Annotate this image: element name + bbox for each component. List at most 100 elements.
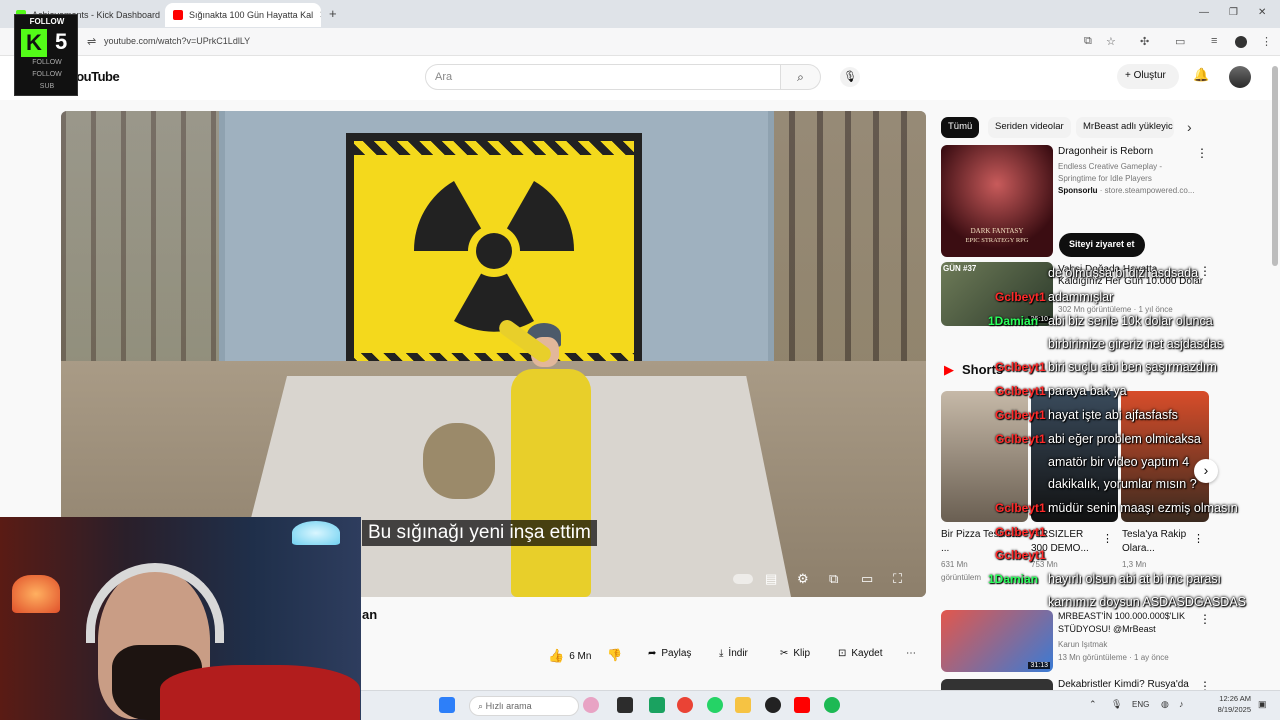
captions-icon[interactable]: ▤ xyxy=(765,571,777,587)
close-tab-icon[interactable]: ✕ xyxy=(313,10,321,21)
tab-label: Sığınakta 100 Gün Hayatta Kal xyxy=(189,10,314,20)
share-icon: ➦ xyxy=(648,648,657,659)
ad-title[interactable]: Dragonheir is Reborn xyxy=(1058,146,1153,157)
sub-label: SUB xyxy=(39,83,55,90)
site-info-icon[interactable]: ⇌ xyxy=(87,35,96,48)
tray-chevron-icon[interactable]: ⌃ xyxy=(1089,699,1097,710)
voice-search-icon[interactable]: 🎙 xyxy=(840,67,860,87)
reading-list-icon[interactable]: ≡ xyxy=(1211,35,1217,47)
chat-message: de olmuşsa bi dizi asdsada xyxy=(1048,266,1199,280)
rec-channel[interactable]: Karun Işıtmak xyxy=(1058,640,1107,649)
new-tab-button[interactable]: + xyxy=(329,6,337,21)
shorts-logo-icon: ▶ xyxy=(944,362,954,377)
chat-message: hayırlı olsun abi at bi mc parası xyxy=(1048,572,1221,586)
ad-desc: Springtime for Idle Players xyxy=(1058,174,1152,183)
chip-all[interactable]: Tümü xyxy=(941,117,980,138)
download-button[interactable]: ⤓ İndir xyxy=(719,648,748,659)
short-menu-icon[interactable]: ⋮ xyxy=(1102,532,1113,545)
rec-thumbnail[interactable] xyxy=(941,679,1053,690)
account-avatar[interactable] xyxy=(1229,66,1251,88)
app-icon[interactable] xyxy=(649,697,665,713)
windows-taskbar: ⌕ Hızlı arama ⌃ 🎙 ENG ◍ ♪ 12:26 AM 8/19/… xyxy=(361,690,1280,720)
volume-icon[interactable]: ♪ xyxy=(1179,699,1184,709)
theater-mode-icon[interactable]: ▭ xyxy=(861,571,873,587)
profile-avatar-icon[interactable] xyxy=(1235,36,1247,48)
ad-thumbnail[interactable]: DARK FANTASY EPIC STRATEGY RPG xyxy=(941,145,1053,257)
ad-menu-icon[interactable]: ⋮ xyxy=(1196,146,1208,160)
webcam-overlay xyxy=(0,517,361,720)
clip-button[interactable]: ✂ Klip xyxy=(780,648,810,659)
tab-youtube-video[interactable]: Sığınakta 100 Gün Hayatta Kal ✕ xyxy=(165,3,321,27)
save-button[interactable]: ⊡ Kaydet xyxy=(838,648,883,659)
notification-center-icon[interactable]: ▣ xyxy=(1258,699,1267,710)
network-icon[interactable]: ◍ xyxy=(1161,699,1169,710)
start-menu-icon[interactable] xyxy=(439,697,455,713)
like-count: 6 Mn xyxy=(569,650,592,662)
short-views: 631 Mn xyxy=(941,560,968,569)
notifications-bell-icon[interactable]: 🔔 xyxy=(1193,67,1209,83)
create-button[interactable]: + Oluştur xyxy=(1117,64,1179,89)
task-view-icon[interactable] xyxy=(617,697,633,713)
chat-username: Gclbeyt1 xyxy=(995,408,1046,422)
clock-date[interactable]: 8/19/2025 xyxy=(1211,705,1251,714)
spotify-icon[interactable] xyxy=(824,697,840,713)
taskbar-search-input[interactable]: ⌕ Hızlı arama xyxy=(469,696,579,716)
short-menu-icon[interactable]: ⋮ xyxy=(1193,532,1204,545)
like-button[interactable]: 👍 6 Mn xyxy=(548,648,591,664)
settings-gear-icon[interactable]: ⚙ xyxy=(797,571,809,587)
lamp-right xyxy=(292,521,340,545)
search-input[interactable]: Ara xyxy=(425,64,781,90)
app-icon[interactable] xyxy=(765,697,781,713)
close-window-button[interactable]: ✕ xyxy=(1258,7,1266,18)
rec-title[interactable]: STÜDYOSU! @MrBeast xyxy=(1058,624,1156,634)
streamer-shirt xyxy=(160,665,360,720)
short-title[interactable]: Tesla'ya Rakip Olara... xyxy=(1122,528,1192,556)
youtube-app-icon[interactable] xyxy=(794,697,810,713)
microphone-icon[interactable]: 🎙 xyxy=(1111,699,1122,710)
search-button[interactable]: ⌕ xyxy=(781,64,821,90)
miniplayer-icon[interactable]: ⧉ xyxy=(829,571,838,587)
whatsapp-icon[interactable] xyxy=(707,697,723,713)
language-indicator[interactable]: ENG xyxy=(1132,700,1149,709)
bookmark-star-icon[interactable]: ☆ xyxy=(1106,35,1116,48)
minimize-button[interactable]: — xyxy=(1199,7,1209,18)
ad-thumb-line: EPIC STRATEGY RPG xyxy=(965,237,1029,244)
side-panel-icon[interactable]: ▭ xyxy=(1175,35,1185,48)
rec-menu-icon[interactable]: ⋮ xyxy=(1199,264,1211,278)
youtube-header: ☰ YouTube Ara ⌕ 🎙 + Oluştur 🔔 xyxy=(0,56,1280,100)
widgets-icon[interactable] xyxy=(583,697,599,713)
url-field[interactable]: youtube.com/watch?v=UPrkC1LdlLY xyxy=(104,36,250,46)
install-app-icon[interactable]: ⧉ xyxy=(1084,35,1092,48)
rec-meta: 13 Mn görüntüleme · 1 ay önce xyxy=(1058,653,1169,662)
file-explorer-icon[interactable] xyxy=(735,697,751,713)
search-icon: ⌕ xyxy=(797,70,804,84)
chat-username: 1Damian xyxy=(988,314,1039,328)
browser-menu-icon[interactable]: ⋮ xyxy=(1261,35,1272,48)
autoplay-toggle[interactable] xyxy=(733,574,753,584)
chat-username: 1Damian xyxy=(988,572,1039,586)
chevron-right-icon[interactable]: › xyxy=(1187,119,1192,135)
extensions-icon[interactable]: ✣ xyxy=(1140,35,1149,48)
share-label: Paylaş xyxy=(661,648,692,659)
ad-desc: Endless Creative Gameplay - xyxy=(1058,162,1163,171)
youtube-favicon-icon xyxy=(173,10,183,20)
close-tab-icon[interactable]: ✕ xyxy=(160,10,162,21)
page-scrollbar[interactable] xyxy=(1272,66,1278,266)
rec-title[interactable]: Dekabristler Kimdi? Rusya'da xyxy=(1058,679,1189,690)
clock-time[interactable]: 12:26 AM xyxy=(1211,694,1251,703)
video-title: an xyxy=(362,607,378,622)
chrome-icon[interactable] xyxy=(677,697,693,713)
visit-site-button[interactable]: Siteyi ziyaret et xyxy=(1059,233,1145,257)
shorts-next-button[interactable]: › xyxy=(1194,459,1218,483)
fullscreen-icon[interactable]: ⛶ xyxy=(893,571,902,587)
rec-title[interactable]: MRBEAST'İN 100.000.000$'LIK xyxy=(1058,611,1185,621)
rec-thumbnail[interactable]: 31:13 xyxy=(941,610,1053,672)
maximize-button[interactable]: ❐ xyxy=(1229,7,1238,18)
thumbs-up-icon: 👍 xyxy=(548,648,565,663)
chip-series[interactable]: Seriden videolar xyxy=(988,117,1071,138)
chip-uploader[interactable]: MrBeast adlı yükleyic xyxy=(1076,117,1174,138)
rec-menu-icon[interactable]: ⋮ xyxy=(1199,612,1211,626)
dislike-button[interactable]: 👎 xyxy=(607,648,622,662)
more-actions-button[interactable]: ⋯ xyxy=(906,648,916,659)
share-button[interactable]: ➦ Paylaş xyxy=(648,648,691,659)
